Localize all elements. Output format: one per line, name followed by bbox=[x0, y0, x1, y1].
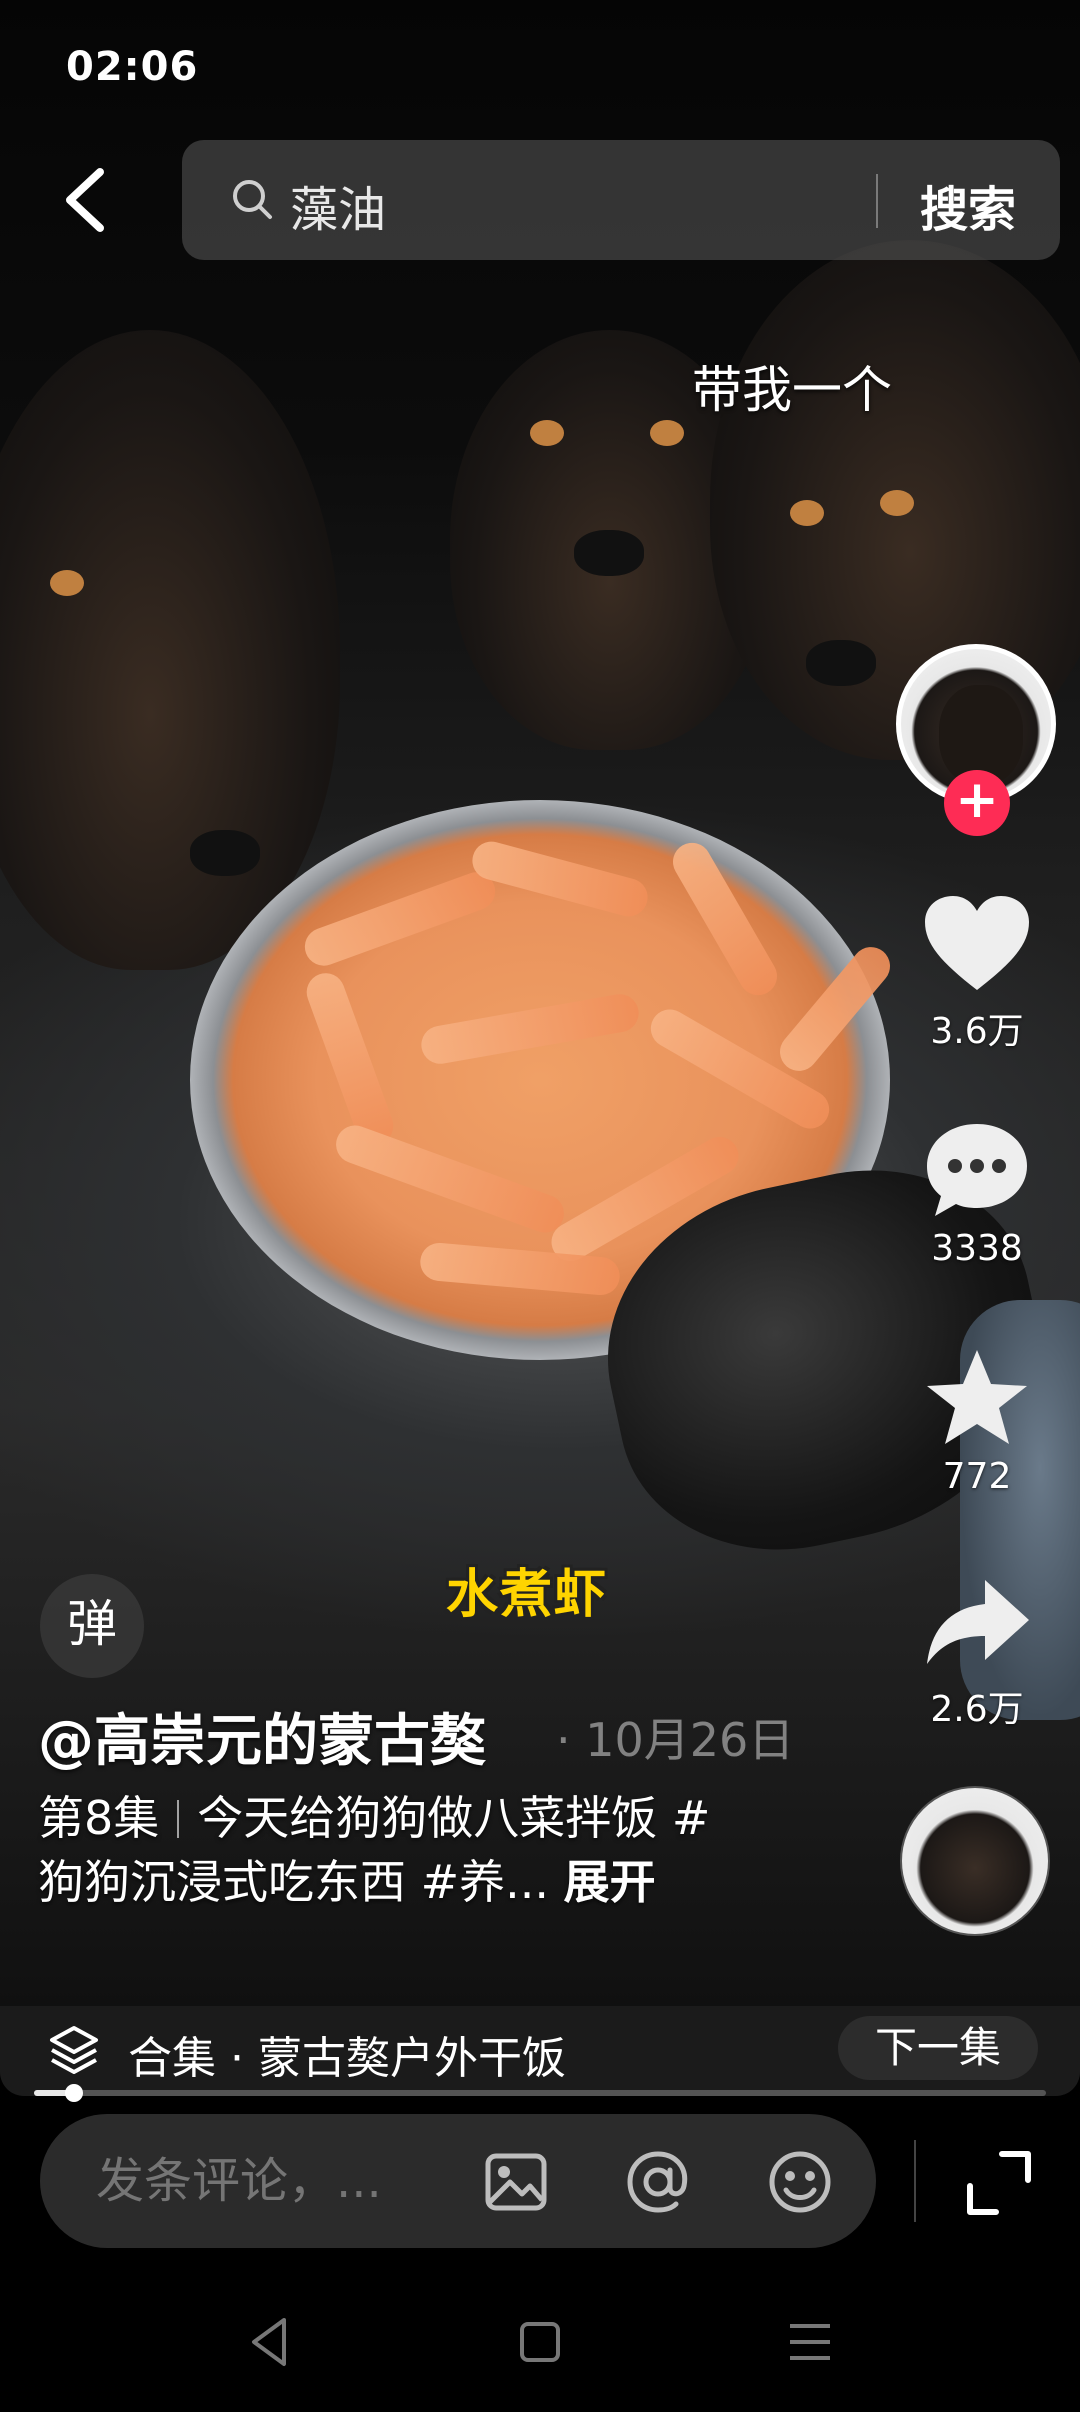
playback-progress[interactable] bbox=[34, 2084, 1046, 2102]
post-date: · 10月26日 bbox=[556, 1713, 795, 1767]
star-icon bbox=[927, 1350, 1027, 1444]
image-icon[interactable] bbox=[480, 2146, 552, 2218]
dog-left bbox=[0, 330, 340, 970]
music-disc[interactable] bbox=[900, 1786, 1050, 1936]
search-divider bbox=[876, 174, 878, 228]
search-query[interactable]: 藻油 bbox=[290, 170, 386, 240]
search-bar[interactable]: 藻油 搜索 bbox=[182, 140, 1060, 260]
nav-menu-icon[interactable] bbox=[780, 2312, 840, 2372]
comment-button[interactable]: 3338 bbox=[912, 1118, 1042, 1269]
system-navigation-bar bbox=[0, 2260, 1080, 2412]
expand-button[interactable]: 展开 bbox=[564, 1855, 656, 1909]
layers-icon bbox=[50, 2026, 98, 2074]
author-name[interactable]: @高崇元的蒙古獒 bbox=[38, 1696, 486, 1777]
search-button[interactable]: 搜索 bbox=[920, 170, 1016, 240]
episode-label[interactable]: 第8集 bbox=[38, 1791, 159, 1845]
nav-back-icon[interactable] bbox=[240, 2312, 300, 2372]
share-button[interactable]: 2.6万 bbox=[912, 1570, 1042, 1732]
mention-icon[interactable] bbox=[622, 2146, 694, 2218]
back-button[interactable] bbox=[52, 160, 122, 240]
comment-bar-divider bbox=[914, 2140, 916, 2222]
description-line1: 今天给狗狗做八菜拌饭 # bbox=[197, 1791, 711, 1845]
status-time: 02:06 bbox=[66, 44, 199, 90]
next-episode-button[interactable]: 下一集 bbox=[838, 2016, 1038, 2080]
search-icon bbox=[233, 180, 272, 219]
favorite-count: 772 bbox=[942, 1456, 1012, 1497]
comment-bubble-icon bbox=[927, 1124, 1027, 1216]
emoji-icon[interactable] bbox=[764, 2146, 836, 2218]
heart-icon bbox=[925, 896, 1029, 990]
collection-bar[interactable]: 合集 · 蒙古獒户外干饭 下一集 bbox=[0, 2006, 1080, 2096]
nav-home-icon[interactable] bbox=[510, 2312, 570, 2372]
favorite-button[interactable]: 772 bbox=[912, 1346, 1042, 1497]
fullscreen-icon[interactable] bbox=[962, 2146, 1036, 2220]
chevron-left-icon bbox=[66, 168, 104, 232]
share-arrow-icon bbox=[927, 1580, 1029, 1664]
episode-separator bbox=[177, 1800, 180, 1838]
follow-button[interactable]: + bbox=[944, 770, 1010, 836]
collection-label[interactable]: 合集 · 蒙古獒户外干饭 bbox=[128, 2022, 566, 2086]
video-overlay-caption: 带我一个 bbox=[692, 361, 892, 419]
comment-bar[interactable] bbox=[40, 2114, 876, 2248]
post-description: 第8集 今天给狗狗做八菜拌饭 # 狗狗沉浸式吃东西 #养... 展开 bbox=[38, 1786, 778, 1914]
video-subtitle: 水煮虾 bbox=[446, 1565, 609, 1625]
description-line2: 狗狗沉浸式吃东西 #养... bbox=[38, 1855, 550, 1909]
like-count: 3.6万 bbox=[930, 1011, 1024, 1052]
danmu-toggle-button[interactable]: 弹 bbox=[40, 1574, 144, 1678]
like-button[interactable]: 3.6万 bbox=[912, 892, 1042, 1054]
share-count: 2.6万 bbox=[930, 1689, 1024, 1730]
playback-progress-knob[interactable] bbox=[65, 2084, 84, 2102]
comment-count: 3338 bbox=[931, 1228, 1023, 1269]
comment-input[interactable] bbox=[94, 2152, 478, 2210]
